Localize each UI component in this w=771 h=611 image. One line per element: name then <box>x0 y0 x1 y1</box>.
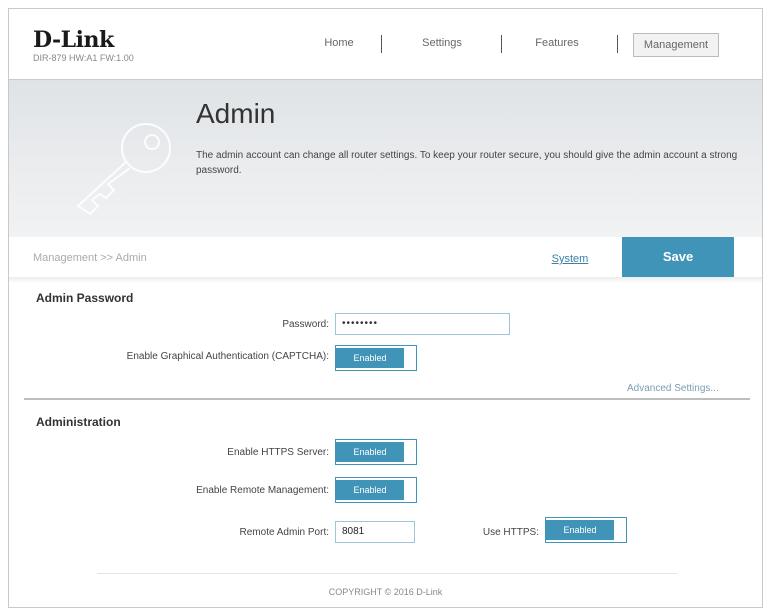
nav-features[interactable]: Features <box>519 37 595 49</box>
model-info: DIR-879 HW:A1 FW:1.00 <box>33 53 134 63</box>
nav-management[interactable]: Management <box>633 33 719 57</box>
page-description: The admin account can change all router … <box>196 150 738 176</box>
remote-port-label: Remote Admin Port: <box>239 527 329 538</box>
remote-port-input[interactable]: 8081 <box>335 521 415 543</box>
remote-management-label: Enable Remote Management: <box>196 485 329 496</box>
nav-separator <box>381 35 382 53</box>
nav-separator <box>501 35 502 53</box>
page-banner: Admin The admin account can change all r… <box>9 79 762 237</box>
dlink-logo[interactable]: D-Link <box>33 27 114 53</box>
use-https-toggle-state: Enabled <box>546 520 614 540</box>
administration-heading: Administration <box>36 415 121 429</box>
save-button[interactable]: Save <box>622 237 734 277</box>
password-label: Password: <box>282 319 329 330</box>
password-input[interactable]: •••••••• <box>335 313 510 335</box>
router-admin-page: D-Link DIR-879 HW:A1 FW:1.00 Home Settin… <box>8 8 763 608</box>
header-shadow <box>9 277 762 283</box>
https-server-toggle[interactable]: Enabled <box>335 439 417 465</box>
section-divider <box>24 398 750 400</box>
remote-management-toggle[interactable]: Enabled <box>335 477 417 503</box>
https-server-toggle-state: Enabled <box>336 442 404 462</box>
captcha-toggle[interactable]: Enabled <box>335 345 417 371</box>
copyright-text: COPYRIGHT © 2016 D-Link <box>328 587 443 597</box>
breadcrumb: Management >> Admin <box>33 252 147 264</box>
use-https-label: Use HTTPS: <box>482 527 539 538</box>
captcha-label: Enable Graphical Authentication (CAPTCHA… <box>126 351 329 362</box>
advanced-settings-link[interactable]: Advanced Settings... <box>627 383 719 394</box>
admin-password-heading: Admin Password <box>36 291 134 305</box>
use-https-toggle[interactable]: Enabled <box>545 517 627 543</box>
https-server-label: Enable HTTPS Server: <box>227 447 329 458</box>
key-icon <box>76 123 171 216</box>
top-bar: D-Link DIR-879 HW:A1 FW:1.00 Home Settin… <box>9 9 762 77</box>
system-link[interactable]: System <box>519 241 621 277</box>
nav-home[interactable]: Home <box>307 37 371 49</box>
footer-divider <box>97 573 677 574</box>
captcha-toggle-state: Enabled <box>336 348 404 368</box>
remote-management-toggle-state: Enabled <box>336 480 404 500</box>
nav-settings[interactable]: Settings <box>407 37 477 49</box>
nav-separator <box>617 35 618 53</box>
page-title: Admin <box>196 98 276 129</box>
